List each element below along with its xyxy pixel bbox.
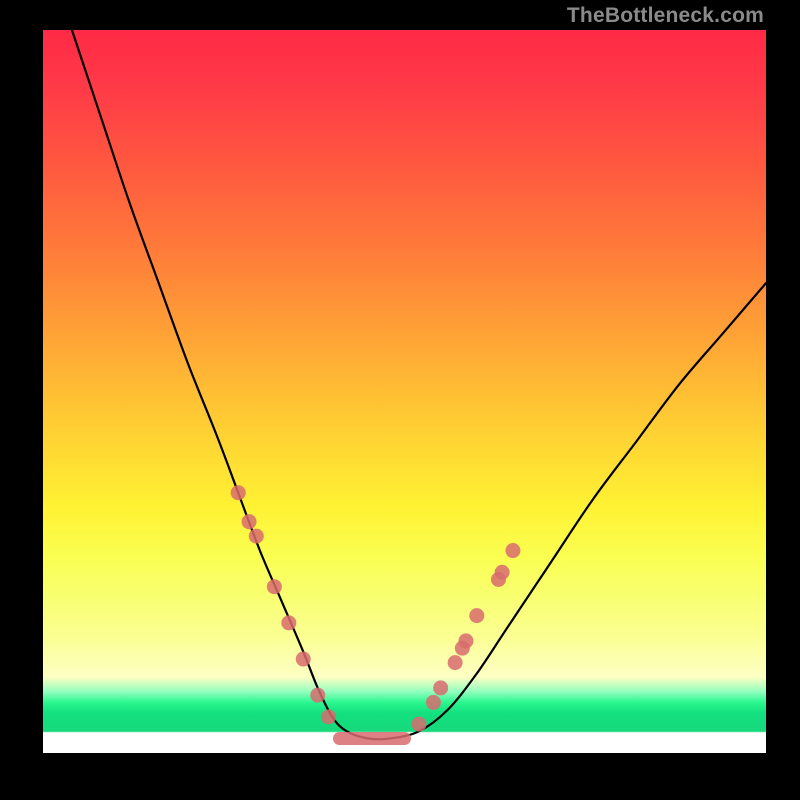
data-marker xyxy=(495,565,510,580)
data-marker xyxy=(505,543,520,558)
data-marker xyxy=(231,485,246,500)
data-marker xyxy=(281,615,296,630)
data-marker xyxy=(242,514,257,529)
data-marker xyxy=(249,529,264,544)
attribution-text: TheBottleneck.com xyxy=(567,4,764,28)
data-marker xyxy=(433,680,448,695)
chart-svg xyxy=(43,30,766,753)
data-marker xyxy=(469,608,484,623)
data-marker xyxy=(321,709,336,724)
outer-frame: TheBottleneck.com xyxy=(0,0,800,800)
data-marker xyxy=(448,655,463,670)
bottleneck-curve xyxy=(72,30,766,739)
data-marker xyxy=(310,688,325,703)
marker-group xyxy=(231,485,521,731)
data-marker xyxy=(411,717,426,732)
plot-area xyxy=(43,30,766,753)
data-marker xyxy=(267,579,282,594)
data-marker xyxy=(296,652,311,667)
data-marker xyxy=(426,695,441,710)
data-marker xyxy=(458,633,473,648)
